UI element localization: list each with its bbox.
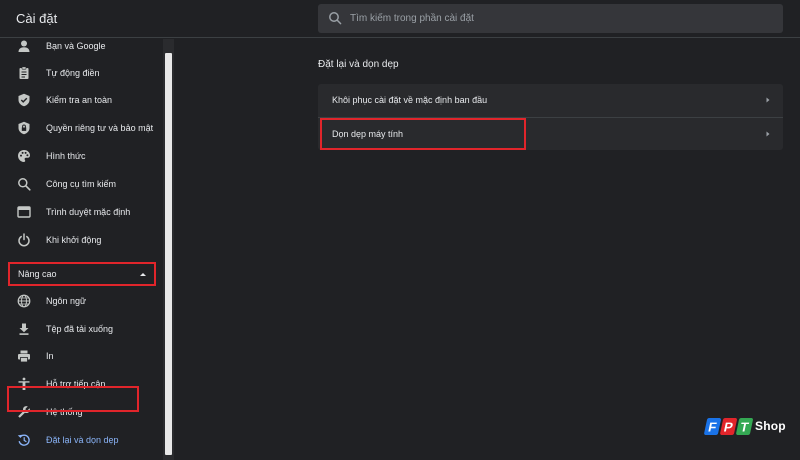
person-icon <box>18 40 30 52</box>
row-label: Khôi phục cài đặt về mặc định ban đầu <box>332 95 488 105</box>
top-bar: Cài đặt <box>0 0 800 38</box>
sidebar-item-label: Đặt lại và dọn dẹp <box>46 435 119 445</box>
sidebar-item-on-startup[interactable]: Khi khởi động <box>0 227 163 253</box>
sidebar-item-languages[interactable]: Ngôn ngữ <box>0 288 163 314</box>
sidebar-item-label: Bạn và Google <box>46 41 106 51</box>
search-box[interactable] <box>318 4 783 33</box>
highlight-box <box>320 118 526 150</box>
search-icon <box>18 178 31 191</box>
sidebar-item-reset-clean-up[interactable]: Đặt lại và dọn dẹp <box>0 427 163 453</box>
restore-icon <box>17 434 30 446</box>
sidebar-item-label: Tự động điền <box>46 68 100 78</box>
sidebar-item-safety-check[interactable]: Kiểm tra an toàn <box>0 87 163 113</box>
scrollbar-thumb[interactable] <box>165 53 172 455</box>
chevron-right-icon <box>766 97 770 103</box>
highlight-box <box>7 386 139 412</box>
fpt-logo-icon: F P T <box>704 418 753 435</box>
sidebar-item-you-and-google[interactable]: Bạn và Google <box>0 39 163 59</box>
chevron-right-icon <box>766 131 770 137</box>
download-icon <box>19 323 29 335</box>
search-icon <box>329 12 342 25</box>
sidebar-item-privacy-security[interactable]: Quyền riêng tư và bảo mật <box>0 115 163 141</box>
section-title: Đặt lại và dọn dẹp <box>318 59 399 70</box>
sidebar-item-printing[interactable]: In <box>0 343 163 369</box>
caret-up-icon <box>140 273 146 276</box>
reset-settings-row[interactable]: Khôi phục cài đặt về mặc định ban đầu <box>318 84 783 117</box>
brand-logo: F P T Shop <box>700 413 790 443</box>
printer-icon <box>18 350 30 363</box>
sidebar-item-label: Trình duyệt mặc định <box>46 207 131 217</box>
sidebar-item-autofill[interactable]: Tự động điền <box>0 60 163 86</box>
palette-icon <box>18 150 30 162</box>
sidebar-item-label: Quyền riêng tư và bảo mật <box>46 123 154 133</box>
brand-word: Shop <box>755 419 786 433</box>
advanced-label: Nâng cao <box>18 269 57 279</box>
sidebar-item-downloads[interactable]: Tệp đã tải xuống <box>0 316 163 342</box>
browser-icon <box>17 206 31 218</box>
globe-icon <box>17 294 31 308</box>
sidebar-item-appearance[interactable]: Hình thức <box>0 143 163 169</box>
sidebar-item-label: Hình thức <box>46 151 86 161</box>
shield-lock-icon <box>18 121 30 135</box>
sidebar-item-label: In <box>46 351 54 361</box>
sidebar-scrollbar[interactable] <box>163 39 174 460</box>
page-title: Cài đặt <box>16 11 58 26</box>
power-icon <box>18 233 30 247</box>
advanced-toggle[interactable]: Nâng cao <box>8 262 156 286</box>
sidebar-item-label: Tệp đã tải xuống <box>46 324 114 334</box>
sidebar-item-default-browser[interactable]: Trình duyệt mặc định <box>0 199 163 225</box>
sidebar-item-label: Ngôn ngữ <box>46 296 87 306</box>
sidebar-item-label: Khi khởi động <box>46 235 102 245</box>
sidebar-item-label: Công cụ tìm kiếm <box>46 179 117 189</box>
sidebar-item-label: Kiểm tra an toàn <box>46 95 113 105</box>
clipboard-icon <box>19 66 29 79</box>
search-input[interactable] <box>350 4 770 33</box>
sidebar-item-search-engine[interactable]: Công cụ tìm kiếm <box>0 171 163 197</box>
shield-check-icon <box>18 93 30 107</box>
